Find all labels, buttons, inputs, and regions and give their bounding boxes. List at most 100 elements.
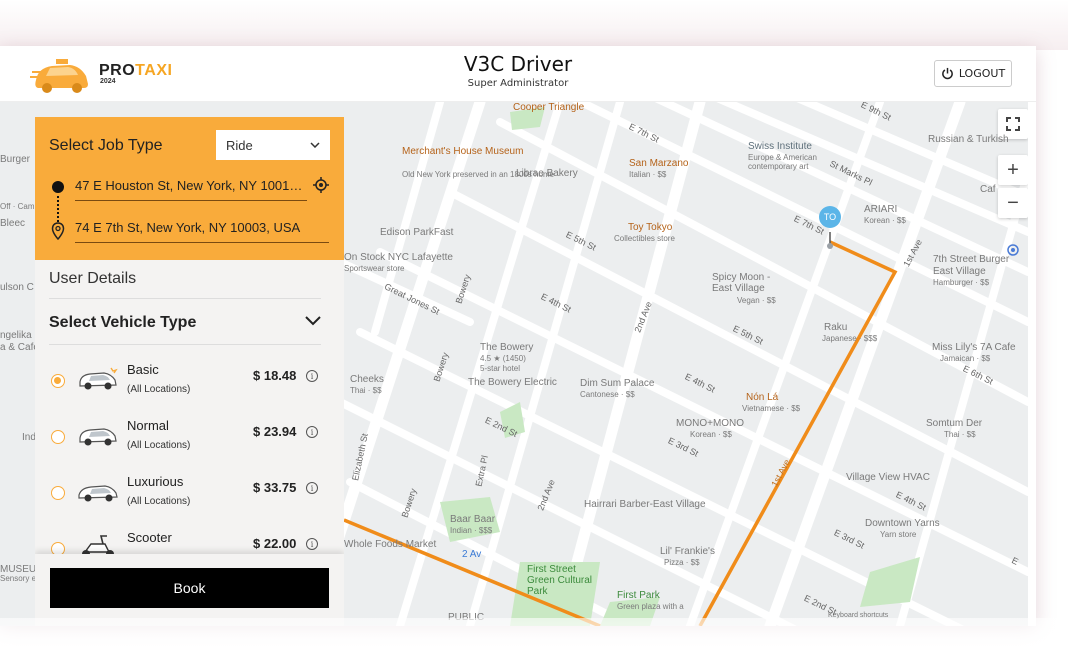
vehicle-locations: (All Locations) bbox=[127, 496, 191, 507]
info-icon[interactable]: i bbox=[306, 370, 318, 382]
map-label: First Street Green Cultural Park bbox=[527, 564, 593, 597]
map-label: Downtown Yarns bbox=[865, 518, 940, 529]
job-type-label: Select Job Type bbox=[49, 137, 163, 154]
book-button[interactable]: Book bbox=[50, 568, 329, 608]
destination-marker[interactable]: TO bbox=[819, 206, 841, 228]
vehicle-locations: (All Locations) bbox=[127, 384, 191, 395]
street-label: 2 Av bbox=[462, 549, 482, 560]
vehicle-name: Normal bbox=[127, 418, 169, 433]
map-label: Collectibles store bbox=[614, 234, 675, 243]
vehicle-price: $ 33.75 bbox=[253, 480, 297, 495]
page-title: V3C Driver bbox=[463, 52, 573, 76]
map-label: Spicy Moon - East Village bbox=[712, 272, 771, 294]
zoom-out-button[interactable]: − bbox=[998, 188, 1028, 218]
logout-button[interactable]: LOGOUT bbox=[934, 60, 1012, 87]
route-connector bbox=[57, 196, 59, 222]
vehicle-type-toggle[interactable]: Select Vehicle Type bbox=[49, 302, 321, 345]
map-label: On Stock NYC Lafayette bbox=[344, 252, 453, 263]
map-label: Green plaza with a bbox=[617, 602, 684, 611]
car-icon bbox=[79, 428, 117, 446]
map-label: Caf bbox=[980, 184, 996, 195]
map-label: Vietnamese · $$ bbox=[742, 404, 801, 413]
map-label: Europe & American contemporary art bbox=[748, 153, 817, 171]
map-label: East Village bbox=[933, 266, 986, 277]
map-label: Miss Lily's 7A Cafe bbox=[932, 342, 1016, 353]
map-label: Jamaican · $$ bbox=[940, 354, 991, 363]
map-label: Pizza · $$ bbox=[664, 558, 700, 567]
map-label: 7th Street Burger bbox=[933, 254, 1010, 265]
vehicle-option-basic[interactable]: Basic (All Locations) $ 18.48 i bbox=[35, 358, 344, 414]
vehicle-type-label: Select Vehicle Type bbox=[49, 314, 197, 331]
map-label: Burger bbox=[0, 154, 31, 165]
map-label: Hamburger · $$ bbox=[933, 278, 990, 287]
map-label: Russian & Turkish bbox=[928, 134, 1009, 145]
vehicle-radio[interactable] bbox=[51, 486, 65, 500]
map-label: Cooper Triangle bbox=[513, 102, 585, 113]
vehicle-radio[interactable] bbox=[51, 430, 65, 444]
user-details-section[interactable]: User Details bbox=[49, 260, 321, 299]
vehicle-price: $ 22.00 bbox=[253, 536, 297, 551]
map-label: Bleec bbox=[0, 218, 26, 229]
map-label: Raku bbox=[824, 322, 848, 333]
zoom-in-button[interactable]: + bbox=[998, 155, 1028, 185]
dropoff-address-field[interactable]: 74 E 7th St, New York, NY 10003, USA bbox=[75, 216, 329, 243]
job-type-value: Ride bbox=[226, 137, 253, 153]
map-label: Merchant's House Museum bbox=[402, 146, 524, 157]
map-label: Librae Bakery bbox=[516, 168, 578, 179]
info-icon[interactable]: i bbox=[306, 482, 318, 494]
map-label: Korean · $$ bbox=[690, 430, 732, 439]
map-label: Thai · $$ bbox=[350, 386, 382, 395]
map-label: Toy Tokyo bbox=[628, 222, 673, 233]
map-label: Swiss Institute bbox=[748, 141, 812, 152]
vehicle-name: Scooter bbox=[127, 530, 172, 545]
map-label: San Marzano bbox=[629, 158, 689, 169]
app-window: PROTAXI 2024 V3C Driver Super Administra… bbox=[0, 46, 1036, 626]
map-label: Vegan · $$ bbox=[737, 296, 776, 305]
map-label: Whole Foods Market bbox=[344, 539, 437, 550]
vehicle-price: $ 23.94 bbox=[253, 424, 297, 439]
info-icon[interactable]: i bbox=[306, 538, 318, 550]
map-label: Somtum Der bbox=[926, 418, 983, 429]
map-label: Cheeks bbox=[350, 374, 384, 385]
info-icon[interactable]: i bbox=[306, 426, 318, 438]
map-label: Sportswear store bbox=[344, 264, 405, 273]
vehicle-price: $ 18.48 bbox=[253, 368, 297, 383]
car-icon bbox=[78, 485, 118, 502]
vehicle-option-normal[interactable]: Normal (All Locations) $ 23.94 i bbox=[35, 414, 344, 470]
dropoff-pin-icon bbox=[51, 222, 65, 240]
map-label: Hairrari Barber-East Village bbox=[584, 499, 706, 510]
bottom-fade bbox=[0, 618, 1068, 664]
map-label: Off · Cam bbox=[0, 202, 35, 211]
map-label: Cantonese · $$ bbox=[580, 390, 635, 399]
pickup-dot-icon bbox=[52, 181, 64, 193]
map-label: Italian · $$ bbox=[629, 170, 667, 179]
map-label: Indian · $$$ bbox=[450, 526, 493, 535]
vehicle-radio[interactable] bbox=[51, 374, 65, 388]
map-label: Edison ParkFast bbox=[380, 227, 454, 238]
map-label: 5-star hotel bbox=[480, 364, 521, 373]
chevron-down-icon bbox=[310, 142, 320, 148]
page-backdrop bbox=[0, 0, 1068, 50]
job-type-select[interactable]: Ride bbox=[216, 130, 330, 160]
map-label: Yarn store bbox=[880, 530, 917, 539]
map-label: Korean · $$ bbox=[864, 216, 906, 225]
map-label: MONO+MONO bbox=[676, 418, 745, 429]
map-label: ARIARI bbox=[864, 204, 898, 215]
user-role: Super Administrator bbox=[467, 78, 569, 89]
vehicle-locations: (All Locations) bbox=[127, 440, 191, 451]
map-label: Lil' Frankie's bbox=[660, 546, 715, 557]
map-label: Village View HVAC bbox=[846, 472, 930, 483]
map-label: Baar Baar bbox=[450, 514, 496, 525]
locate-target-icon[interactable] bbox=[313, 177, 329, 193]
vehicle-option-luxurious[interactable]: Luxurious (All Locations) $ 33.75 i bbox=[35, 470, 344, 526]
pickup-address-field[interactable]: 47 E Houston St, New York, NY 10012, USA bbox=[75, 174, 307, 201]
map-label: First Park bbox=[617, 590, 660, 601]
map-label: The Bowery Electric bbox=[468, 377, 557, 388]
map-label: Japanese · $$$ bbox=[822, 334, 878, 343]
vehicle-name: Basic bbox=[127, 362, 159, 377]
top-bar: PROTAXI 2024 V3C Driver Super Administra… bbox=[0, 46, 1036, 102]
job-type-header: Select Job Type Ride 47 E Houston St, Ne… bbox=[35, 117, 344, 260]
power-icon bbox=[941, 67, 953, 80]
chevron-down-icon bbox=[305, 316, 321, 326]
map-label: 4.5 ★ (1450) bbox=[480, 354, 526, 363]
